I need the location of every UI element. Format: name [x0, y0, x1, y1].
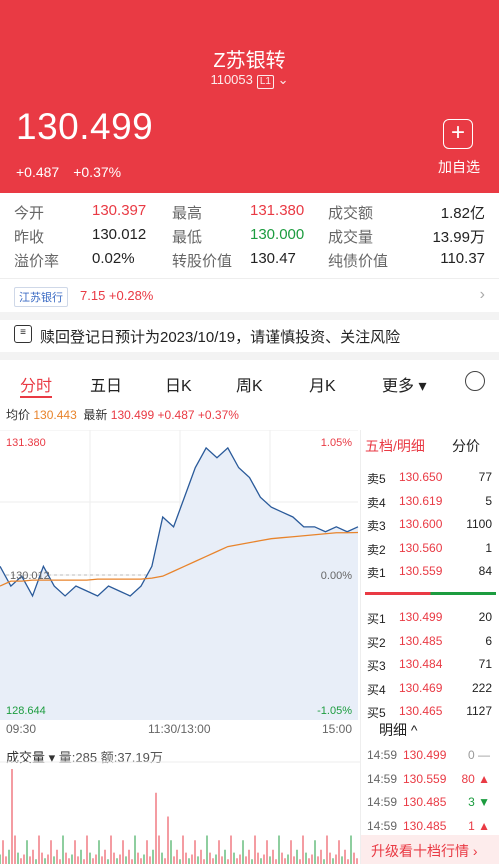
- stat-label: 最高: [172, 205, 203, 222]
- add-watchlist-button[interactable]: 加自选: [438, 157, 480, 177]
- stats-row: 今开 130.397 最高 131.380 成交额 1.82亿: [0, 199, 499, 223]
- notice-icon: ≡: [14, 325, 32, 343]
- trade-row: 14:59 130.485 3 ▼: [367, 795, 490, 809]
- settings-icon[interactable]: [465, 371, 485, 391]
- page-title: Z苏银转: [213, 50, 286, 72]
- tab-price-dist[interactable]: 分价: [452, 436, 480, 456]
- stat-label: 今开: [14, 205, 45, 222]
- tab-4[interactable]: 月K: [309, 372, 336, 396]
- orderbook-row: 买5 130.465 1127: [367, 704, 492, 720]
- axis-label: 128.644: [6, 705, 46, 717]
- orderbook-row: 卖2 130.560 1: [367, 540, 492, 557]
- related-stock[interactable]: 江苏银行 7.15 +0.28% ›: [0, 282, 499, 310]
- orderbook-row: 卖3 130.600 1100: [367, 517, 492, 533]
- stat-label: 纯债价值: [328, 253, 389, 270]
- trade-row: 14:59 130.559 80 ▲: [367, 771, 490, 786]
- level-badge: L1: [256, 75, 274, 89]
- upgrade-button[interactable]: 升级看十档行情 ›: [361, 835, 499, 864]
- stat-value: 1.82亿: [440, 205, 485, 222]
- orderbook-row: 买2 130.485 6: [367, 633, 492, 650]
- related-stock-value: 7.15 +0.28%: [80, 288, 154, 303]
- orderbook-row: 卖4 130.619 5: [367, 493, 492, 510]
- axis-label: 131.380: [6, 437, 46, 449]
- volume-chart: [0, 761, 360, 864]
- axis-label: 130.012: [10, 570, 50, 582]
- stat-label: 转股价值: [172, 253, 233, 270]
- stat-value: 131.380: [250, 202, 305, 219]
- x-axis: 09:30 11:30/13:00 15:00: [6, 722, 352, 736]
- trade-row: 14:59 130.485 1 ▲: [367, 818, 490, 833]
- price-change: +0.487 +0.37%: [16, 164, 122, 180]
- orderbook-row: 买1 130.499 20: [367, 610, 492, 626]
- chart-legend: 均价 130.443 最新 130.499 +0.487 +0.37%: [6, 408, 239, 422]
- axis-label: 0.00%: [321, 570, 352, 582]
- stat-label: 溢价率: [14, 253, 60, 270]
- tab-5[interactable]: 更多 ▾: [382, 372, 426, 396]
- axis-label: -1.05%: [317, 705, 352, 717]
- stats-grid: 今开 130.397 最高 131.380 成交额 1.82亿昨收 130.012 最低 130…: [0, 199, 499, 271]
- stats-row: 溢价率 0.02% 转股价值 130.47 纯债价值 110.37: [0, 247, 499, 271]
- stat-label: 昨收: [14, 229, 45, 246]
- tab-3[interactable]: 周K: [236, 372, 263, 396]
- plus-icon[interactable]: +: [443, 119, 473, 149]
- chevron-right-icon: ›: [479, 286, 485, 303]
- orderbook-row: 买3 130.484 71: [367, 657, 492, 673]
- tab-1[interactable]: 五日: [90, 372, 122, 396]
- header: Z苏银转 110053 L1 ⌄ 130.499 +0.487 +0.37% + 加…: [0, 0, 499, 193]
- axis-label: 1.05%: [321, 437, 352, 449]
- stat-value: 0.02%: [92, 250, 135, 267]
- stock-code[interactable]: 110053 L1 ⌄: [0, 72, 499, 89]
- orderbook-row: 卖5 130.650 77: [367, 470, 492, 486]
- current-price: 130.499: [16, 106, 154, 147]
- tab-0[interactable]: 分时: [20, 372, 52, 396]
- tab-orderbook[interactable]: 五档/明细: [365, 436, 425, 456]
- detail-toggle[interactable]: 明细 ^: [379, 720, 417, 740]
- chart-tabs: 分时 五日 日K 周K 月K 更多 ▾: [0, 366, 499, 400]
- chevron-down-icon: ⌄: [277, 72, 289, 87]
- order-book: 五档/明细 分价 明细 ^ 升级看十档行情 › 卖5 130.650 77 卖4 130.…: [360, 430, 499, 864]
- stat-label: 成交量: [328, 229, 374, 246]
- stat-value: 110.37: [440, 250, 485, 267]
- tab-2[interactable]: 日K: [165, 372, 192, 396]
- stats-row: 昨收 130.012 最低 130.000 成交量 13.99万: [0, 223, 499, 247]
- trade-row: 14:59 130.499 0 —: [367, 748, 490, 762]
- orderbook-row: 卖1 130.559 84: [367, 564, 492, 580]
- risk-notice[interactable]: ≡ 赎回登记日预计为2023/10/19，请谨慎投资、关注风险: [0, 320, 499, 350]
- stat-value: 130.47: [250, 250, 296, 267]
- intraday-chart[interactable]: 131.380 1.05% 130.012 0.00% 128.644 -1.05%: [0, 430, 360, 720]
- stat-value: 130.397: [92, 202, 147, 219]
- stat-label: 最低: [172, 229, 203, 246]
- stat-label: 成交额: [328, 205, 374, 222]
- stat-value: 130.012: [92, 226, 147, 243]
- stat-value: 130.000: [250, 226, 305, 243]
- orderbook-row: 买4 130.469 222: [367, 680, 492, 697]
- related-stock-name: 江苏银行: [14, 287, 68, 307]
- stat-value: 13.99万: [432, 229, 485, 246]
